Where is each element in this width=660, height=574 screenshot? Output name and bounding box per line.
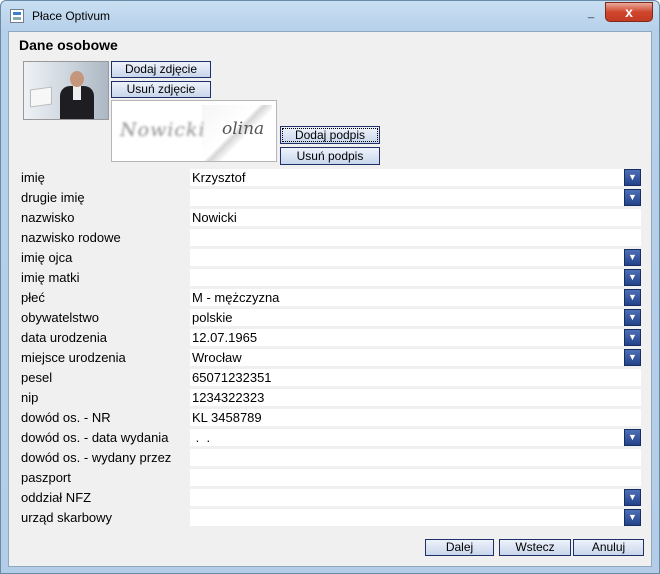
chevron-down-icon[interactable]: ▼ bbox=[624, 189, 641, 206]
chevron-down-icon[interactable]: ▼ bbox=[624, 509, 641, 526]
close-button[interactable]: x bbox=[605, 2, 653, 22]
combo-field[interactable]: . . ▼ bbox=[190, 429, 641, 446]
text-field[interactable] bbox=[190, 469, 641, 486]
chevron-down-icon[interactable]: ▼ bbox=[624, 349, 641, 366]
field-value: Wrocław bbox=[192, 350, 242, 365]
field-label: płeć bbox=[21, 290, 45, 305]
chevron-down-icon[interactable]: ▼ bbox=[624, 309, 641, 326]
field-label: dowód os. - wydany przez bbox=[21, 450, 172, 465]
combo-field[interactable]: 12.07.1965 ▼ bbox=[190, 329, 641, 346]
field-label: nazwisko bbox=[21, 210, 75, 225]
photo-person-head bbox=[70, 71, 84, 87]
chevron-down-icon[interactable]: ▼ bbox=[624, 329, 641, 346]
combo-field[interactable]: polskie ▼ bbox=[190, 309, 641, 326]
field-label: paszport bbox=[21, 470, 71, 485]
field-label: imię matki bbox=[21, 270, 80, 285]
field-label: dowód os. - NR bbox=[21, 410, 111, 425]
field-label: drugie imię bbox=[21, 190, 85, 205]
combo-field[interactable]: ▼ bbox=[190, 249, 641, 266]
field-value: 65071232351 bbox=[192, 370, 272, 385]
chevron-down-icon[interactable]: ▼ bbox=[624, 169, 641, 186]
add-photo-button[interactable]: Dodaj zdjęcie bbox=[111, 61, 211, 78]
field-value: 12.07.1965 bbox=[192, 330, 258, 345]
chevron-down-icon[interactable]: ▼ bbox=[624, 489, 641, 506]
text-field[interactable] bbox=[190, 229, 641, 246]
next-button[interactable]: Dalej bbox=[425, 539, 494, 556]
title-bar[interactable]: Płace Optivum _ x bbox=[1, 1, 659, 31]
combo-field[interactable]: M - mężczyzna ▼ bbox=[190, 289, 641, 306]
field-value: Krzysztof bbox=[192, 170, 246, 185]
add-signature-button[interactable]: Dodaj podpis bbox=[280, 126, 380, 144]
field-label: urząd skarbowy bbox=[21, 510, 113, 525]
employee-photo bbox=[23, 61, 109, 120]
minimize-button[interactable]: _ bbox=[583, 7, 599, 23]
field-label: imię bbox=[21, 170, 45, 185]
section-title: Dane osobowe bbox=[19, 37, 118, 53]
window-title: Płace Optivum bbox=[32, 9, 111, 23]
field-value: Nowicki bbox=[192, 210, 237, 225]
field-value: KL 3458789 bbox=[192, 410, 262, 425]
field-label: obywatelstwo bbox=[21, 310, 100, 325]
chevron-down-icon[interactable]: ▼ bbox=[624, 269, 641, 286]
signature-scribble: olina bbox=[222, 119, 265, 139]
field-value: 1234322323 bbox=[192, 390, 265, 405]
client-area: Dane osobowe Dodaj zdjęcie Usuń zdjęcie … bbox=[8, 31, 652, 567]
app-window: Płace Optivum _ x Dane osobowe Dodaj zdj… bbox=[0, 0, 660, 574]
text-field[interactable]: Nowicki bbox=[190, 209, 641, 226]
back-button[interactable]: Wstecz bbox=[499, 539, 571, 556]
photo-laptop bbox=[30, 86, 52, 108]
remove-signature-button[interactable]: Usuń podpis bbox=[280, 147, 380, 165]
photo-person-shirt bbox=[73, 86, 81, 100]
chevron-down-icon[interactable]: ▼ bbox=[624, 289, 641, 306]
field-label: nazwisko rodowe bbox=[21, 230, 121, 245]
combo-field[interactable]: Krzysztof ▼ bbox=[190, 169, 641, 186]
signature-image: Nowicki olina bbox=[111, 100, 277, 162]
combo-field[interactable]: ▼ bbox=[190, 189, 641, 206]
signature-scribble-blurred: Nowicki bbox=[120, 119, 206, 141]
field-label: imię ojca bbox=[21, 250, 73, 265]
field-label: oddział NFZ bbox=[21, 490, 92, 505]
field-label: pesel bbox=[21, 370, 53, 385]
field-label: miejsce urodzenia bbox=[21, 350, 126, 365]
chevron-down-icon[interactable]: ▼ bbox=[624, 429, 641, 446]
remove-photo-button[interactable]: Usuń zdjęcie bbox=[111, 81, 211, 98]
field-value: M - mężczyzna bbox=[192, 290, 280, 305]
text-field[interactable] bbox=[190, 449, 641, 466]
combo-field[interactable]: ▼ bbox=[190, 489, 641, 506]
combo-field[interactable]: ▼ bbox=[190, 269, 641, 286]
field-label: data urodzenia bbox=[21, 330, 108, 345]
field-value: . . bbox=[192, 430, 211, 445]
combo-field[interactable]: ▼ bbox=[190, 509, 641, 526]
text-field[interactable]: KL 3458789 bbox=[190, 409, 641, 426]
field-value: polskie bbox=[192, 310, 233, 325]
chevron-down-icon[interactable]: ▼ bbox=[624, 249, 641, 266]
app-icon bbox=[10, 9, 24, 23]
text-field[interactable]: 1234322323 bbox=[190, 389, 641, 406]
cancel-button[interactable]: Anuluj bbox=[573, 539, 644, 556]
field-label: nip bbox=[21, 390, 39, 405]
field-label: dowód os. - data wydania bbox=[21, 430, 169, 445]
text-field[interactable]: 65071232351 bbox=[190, 369, 641, 386]
combo-field[interactable]: Wrocław ▼ bbox=[190, 349, 641, 366]
